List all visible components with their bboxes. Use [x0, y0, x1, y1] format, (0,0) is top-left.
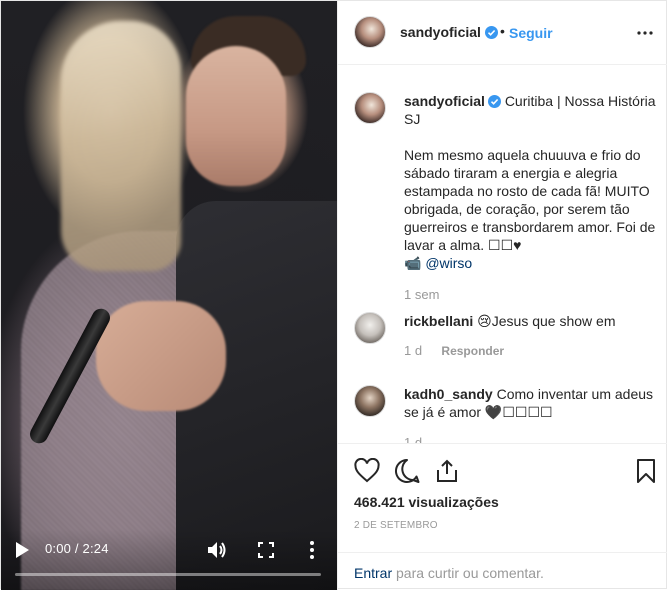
caption-username[interactable]: sandyoficial — [404, 93, 485, 109]
video-progress-bar[interactable] — [15, 573, 321, 576]
add-comment-hint: para curtir ou comentar. — [396, 565, 544, 581]
avatar[interactable] — [354, 92, 386, 124]
caption-text-body: Nem mesmo aquela chuuuva e frio do sábad… — [404, 147, 656, 253]
avatar[interactable] — [354, 385, 386, 417]
views-count: 468.421 visualizações — [354, 494, 499, 510]
camera-icon: 📹 — [404, 255, 426, 271]
comment-icon[interactable] — [394, 458, 420, 484]
bookmark-icon[interactable] — [633, 458, 659, 484]
post-header: sandyoficial • Seguir — [338, 1, 667, 65]
comment-text: 😢Jesus que show em — [477, 313, 616, 329]
post-actions: 468.421 visualizações 2 DE SETEMBRO Entr… — [338, 443, 667, 590]
login-link[interactable]: Entrar — [354, 565, 392, 581]
comment-time: 1 d — [404, 343, 423, 358]
caption-time: 1 sem — [404, 287, 440, 302]
comment-username[interactable]: rickbellani — [404, 313, 473, 329]
heart-icon[interactable] — [354, 458, 380, 484]
more-horizontal-icon[interactable] — [636, 23, 654, 43]
play-icon[interactable] — [15, 542, 29, 558]
video-controls: 0:00 / 2:24 — [1, 529, 337, 590]
video-time: 0:00 / 2:24 — [45, 541, 109, 556]
fullscreen-icon[interactable] — [258, 542, 274, 558]
header-username[interactable]: sandyoficial — [400, 24, 481, 40]
avatar[interactable] — [354, 16, 386, 48]
add-comment-bar: Entrar para curtir ou comentar. — [338, 552, 667, 591]
post-date: 2 DE SETEMBRO — [354, 520, 438, 531]
verified-badge-icon — [487, 95, 501, 108]
caption-text: Nem mesmo aquela chuuuva e frio do sábad… — [404, 146, 662, 272]
video-frame-figure — [61, 21, 181, 271]
comment-username[interactable]: kadh0_sandy — [404, 386, 493, 402]
post-side-panel: sandyoficial • Seguir sandyoficial Curit… — [337, 1, 667, 590]
video-frame-figure — [186, 46, 286, 186]
video-frame-figure — [96, 301, 226, 411]
comments-list[interactable]: sandyoficial Curitiba | Nossa História S… — [338, 66, 667, 443]
follow-button[interactable]: Seguir — [509, 25, 553, 41]
share-icon[interactable] — [434, 458, 460, 484]
video-player[interactable]: 0:00 / 2:24 — [1, 1, 337, 590]
verified-badge-icon — [485, 26, 498, 39]
comment-time: 1 d — [404, 435, 423, 443]
caption-mention[interactable]: @wirso — [425, 255, 472, 271]
separator-dot: • — [500, 23, 505, 39]
volume-icon[interactable] — [207, 541, 227, 559]
instagram-post: 0:00 / 2:24 sandyoficial • Seguir sandyo… — [0, 0, 667, 590]
more-vertical-icon[interactable] — [307, 540, 317, 560]
reply-button[interactable]: Responder — [441, 344, 504, 358]
avatar[interactable] — [354, 312, 386, 344]
